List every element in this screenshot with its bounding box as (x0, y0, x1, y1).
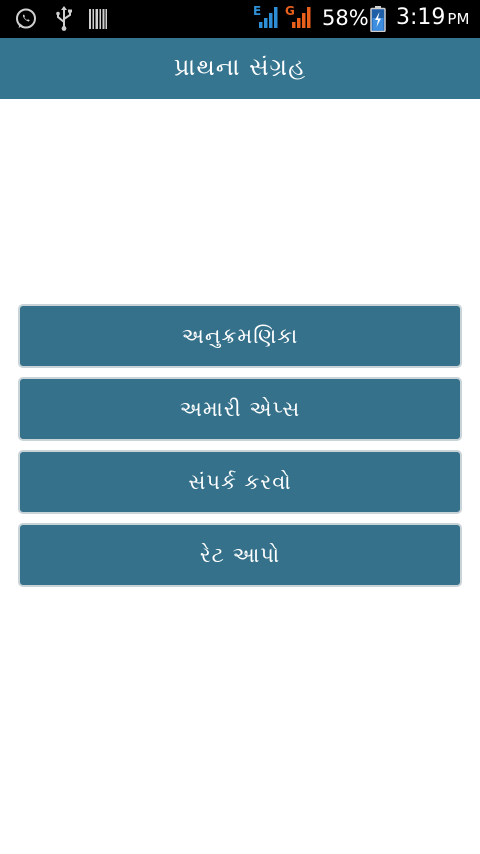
signal-g-label: G (285, 4, 295, 18)
index-button[interactable]: અનુક્રમણિકા (18, 304, 462, 368)
rate-button[interactable]: રેટ આપો (18, 523, 462, 587)
contact-button-label: સંપર્ક કરવો (188, 469, 292, 494)
battery-charging-icon (370, 6, 386, 36)
our-apps-button-label: અમારી એપ્સ (179, 396, 301, 421)
page-title: પ્રાથના સંગ્રહ (173, 52, 307, 81)
signal-g-icon: G (285, 4, 313, 34)
signal-e-label: E (253, 4, 261, 18)
barcode-icon (89, 9, 107, 33)
status-bar: E G 58% 3:19 PM (0, 0, 480, 38)
battery-percent: 58% (322, 6, 369, 30)
rate-button-label: રેટ આપો (199, 542, 281, 567)
action-bar: પ્રાથના સંગ્રહ (0, 38, 480, 99)
clock-ampm: PM (447, 10, 470, 28)
main-menu: અનુક્રમણિકા અમારી એપ્સ સંપર્ક કરવો રેટ આ… (18, 304, 462, 596)
contact-button[interactable]: સંપર્ક કરવો (18, 450, 462, 514)
signal-e-icon: E (253, 4, 279, 34)
our-apps-button[interactable]: અમારી એપ્સ (18, 377, 462, 441)
index-button-label: અનુક્રમણિકા (181, 323, 299, 348)
clock-time: 3:19 (396, 5, 446, 30)
usb-icon (54, 6, 74, 36)
whatsapp-icon (14, 7, 38, 35)
clock: 3:19 PM (396, 5, 469, 30)
